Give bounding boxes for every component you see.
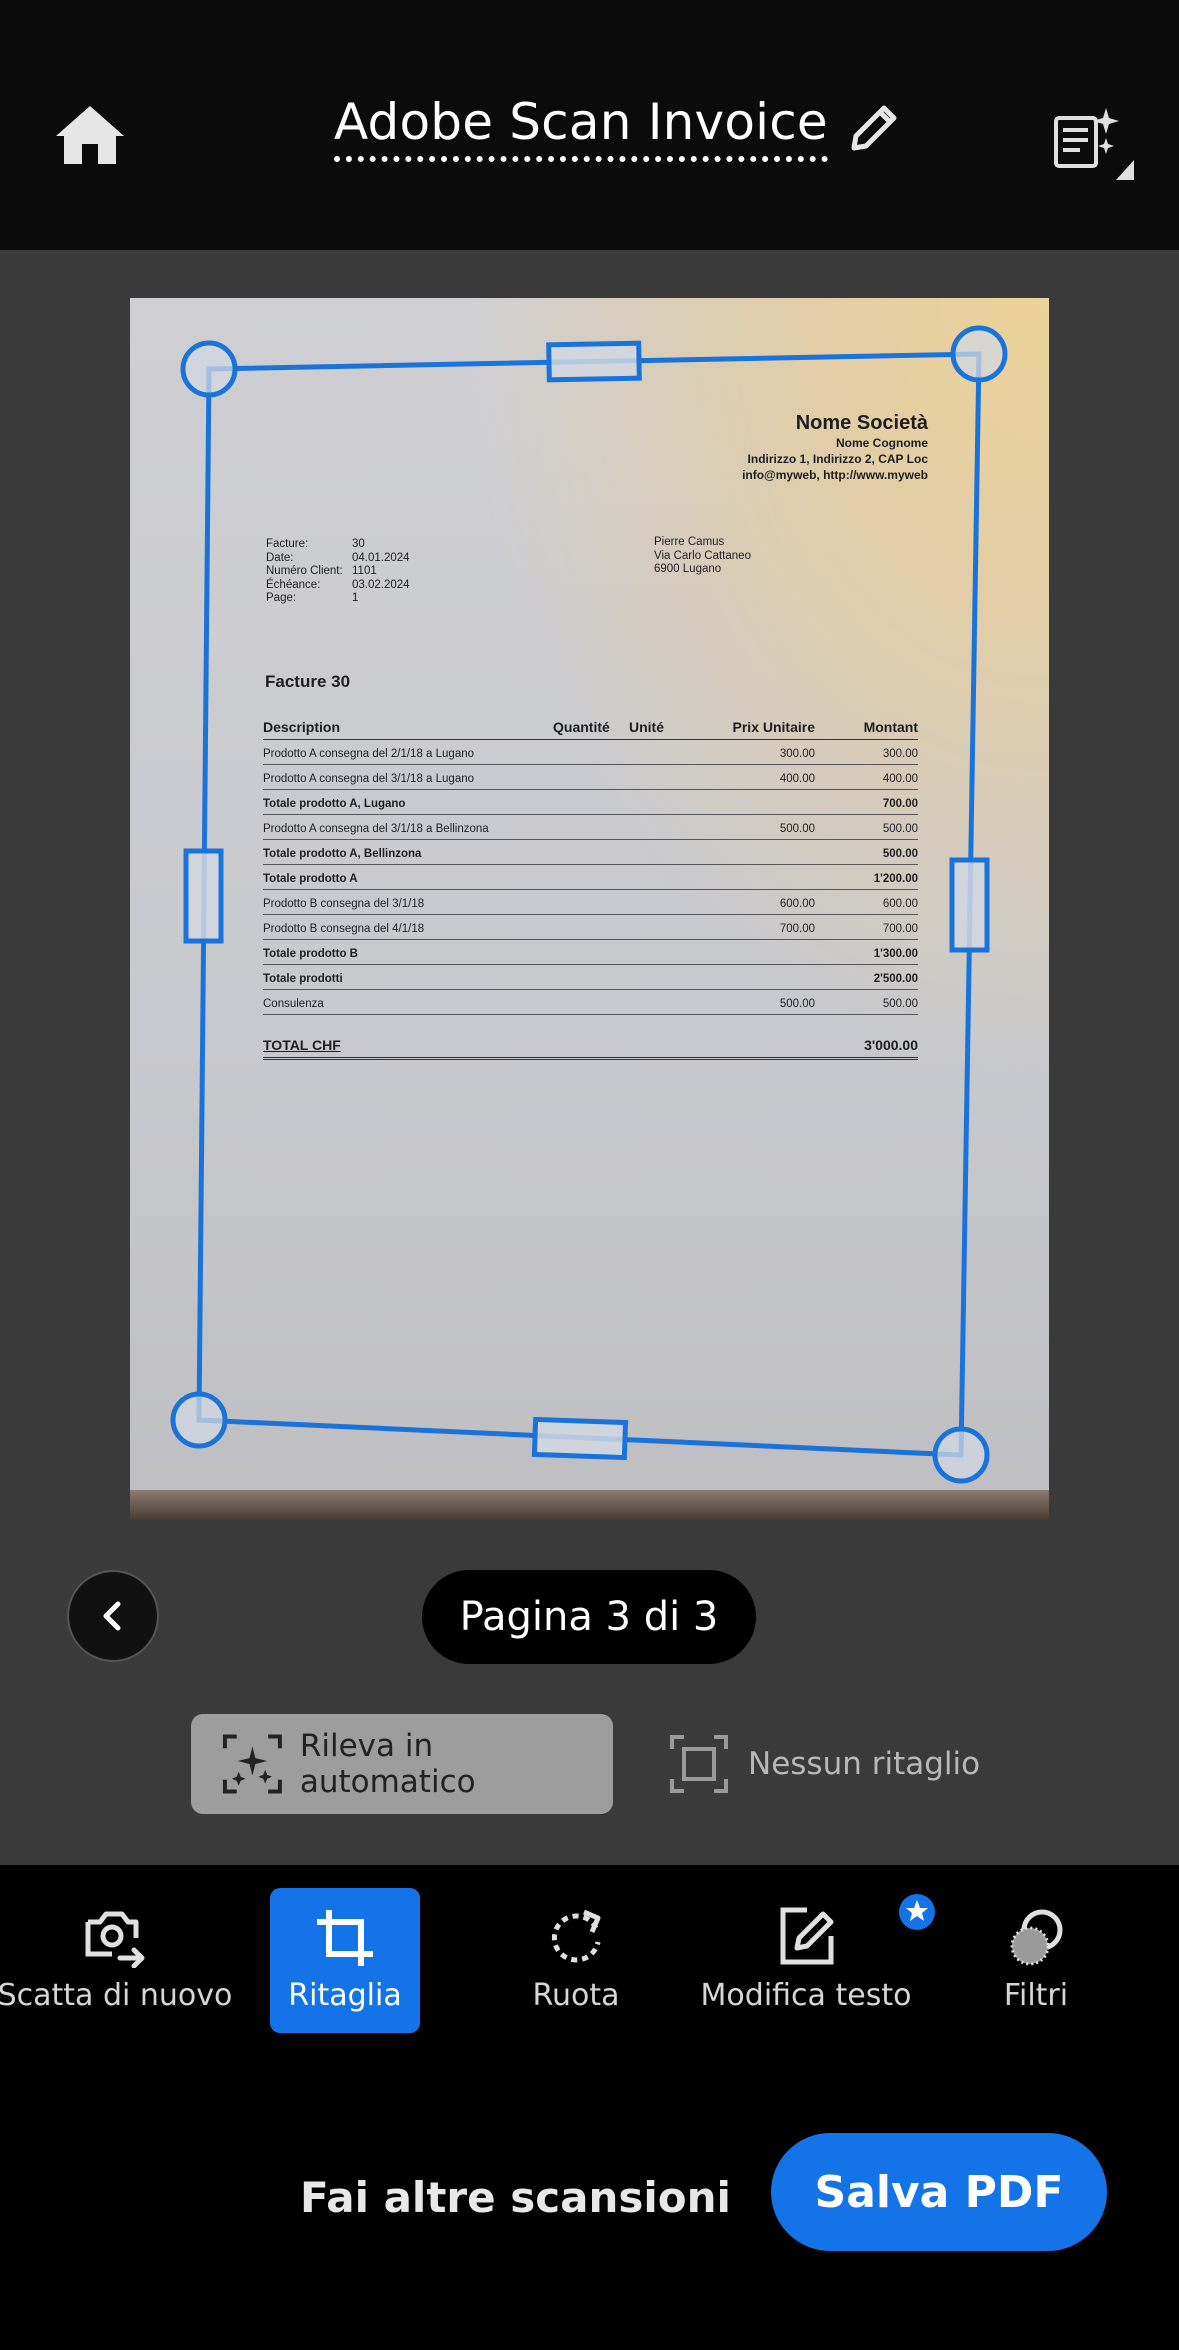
tool-crop-label: Ritaglia [288, 1978, 402, 2013]
tool-retake-label: Scatta di nuovo [0, 1978, 233, 2013]
crop-handle-right[interactable] [949, 857, 990, 953]
premium-star-icon [899, 1894, 935, 1930]
crop-handle-top-left[interactable] [180, 340, 238, 398]
tool-rotate-label: Ruota [532, 1978, 620, 2013]
chevron-left-icon [103, 1601, 121, 1631]
tool-edit-text-label: Modifica testo [700, 1978, 912, 2013]
previous-page-button[interactable] [67, 1570, 159, 1662]
auto-detect-label: Rileva in automatico [299, 1728, 476, 1800]
page-indicator-label: Pagina 3 di 3 [459, 1594, 719, 1640]
more-scans-button[interactable]: Fai altre scansioni [300, 2173, 731, 2222]
save-pdf-button[interactable]: Salva PDF [771, 2133, 1107, 2251]
page-indicator: Pagina 3 di 3 [422, 1570, 756, 1664]
tool-crop[interactable]: Ritaglia [270, 1888, 420, 2033]
tool-edit-text[interactable]: Modifica testo [700, 1888, 935, 2033]
crop-handle-bottom-right[interactable] [932, 1426, 990, 1484]
crop-overlay[interactable] [0, 0, 1179, 1560]
crop-handle-bottom-left[interactable] [170, 1391, 228, 1449]
crop-icon [317, 1910, 373, 1966]
retake-camera-icon [85, 1911, 145, 1968]
tool-filters-label: Filtri [1003, 1978, 1069, 2013]
no-crop-icon [670, 1735, 728, 1793]
bottom-actions: Fai altre scansioni Salva PDF [0, 2045, 1179, 2350]
auto-detect-button[interactable]: Rileva in automatico [191, 1714, 613, 1814]
rotate-icon [551, 1909, 601, 1963]
save-pdf-label: Salva PDF [814, 2166, 1064, 2218]
crop-handle-top[interactable] [546, 340, 642, 383]
auto-detect-icon [222, 1734, 282, 1794]
edit-text-icon [780, 1907, 834, 1965]
crop-handle-left[interactable] [183, 848, 224, 944]
filters-icon [1010, 1909, 1063, 1966]
crop-handle-top-right[interactable] [950, 325, 1008, 383]
tool-filters[interactable]: Filtri [966, 1888, 1106, 2033]
tool-retake[interactable]: Scatta di nuovo [0, 1888, 233, 2033]
crop-boundary [196, 351, 982, 1458]
tool-rotate[interactable]: Ruota [496, 1888, 656, 2033]
no-crop-label: Nessun ritaglio [748, 1746, 981, 1782]
edit-toolbar: Scatta di nuovo Ritaglia Ruota Modifica … [0, 1865, 1179, 2045]
no-crop-button[interactable]: Nessun ritaglio [668, 1714, 988, 1814]
crop-handle-bottom[interactable] [531, 1416, 629, 1461]
